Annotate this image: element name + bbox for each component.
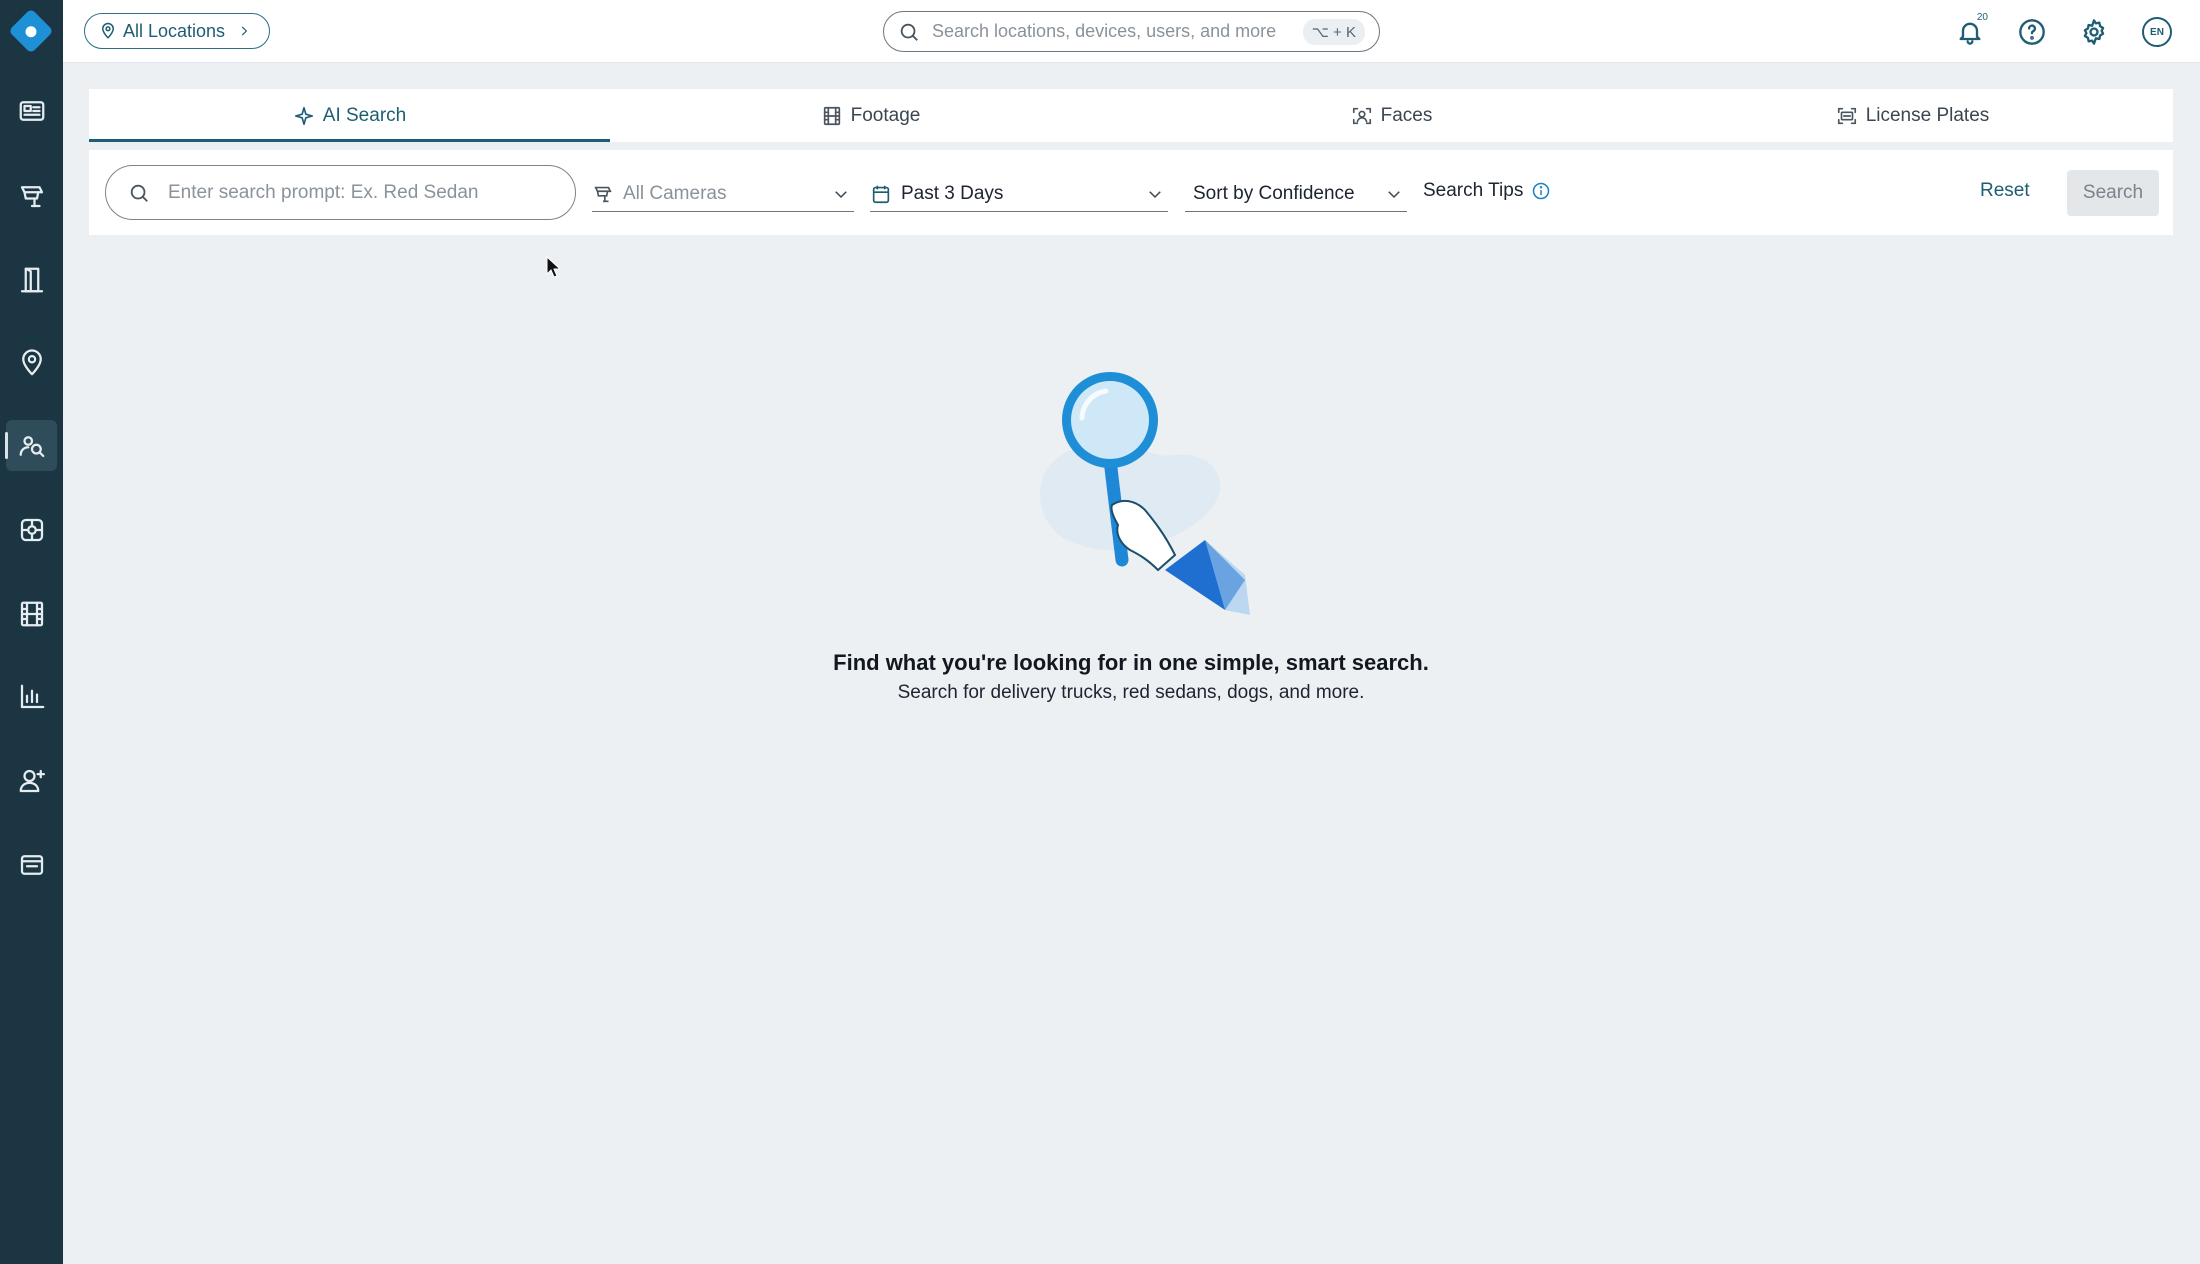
help-button[interactable]	[2014, 14, 2050, 50]
search-tips[interactable]: Search Tips	[1423, 180, 1551, 202]
info-icon	[1533, 182, 1550, 200]
sort-value: Sort by Confidence	[1193, 182, 1355, 204]
tab-label: Faces	[1380, 104, 1433, 126]
sensor-icon	[20, 518, 43, 541]
magnifier-illustration	[1040, 372, 1250, 615]
tab-faces[interactable]: Faces	[1131, 89, 1652, 142]
calendar-icon	[872, 185, 890, 203]
notification-count: 20	[1976, 12, 1988, 23]
empty-state-subtitle: Search for delivery trucks, red sedans, …	[897, 682, 1365, 703]
sidebar-item-apps[interactable]	[6, 839, 57, 890]
sidebar-item-dashboard[interactable]	[6, 85, 57, 136]
search-tabs: AI Search Footage Faces License Plates	[89, 89, 2173, 142]
settings-button[interactable]	[2076, 14, 2112, 50]
dashboard-icon	[19, 100, 44, 121]
sidebar-item-locations[interactable]	[6, 337, 57, 388]
film-icon	[20, 601, 43, 626]
reset-button[interactable]: Reset	[1980, 180, 2030, 202]
tab-footage[interactable]: Footage	[610, 89, 1131, 142]
sidebar	[0, 0, 63, 1264]
face-scan-icon	[1352, 107, 1371, 124]
sidebar-item-footage[interactable]	[6, 588, 57, 639]
sidebar-item-search[interactable]	[5, 420, 57, 471]
location-pin-icon	[101, 22, 115, 39]
sort-select[interactable]: Sort by Confidence	[1185, 176, 1407, 212]
search-button[interactable]: Search	[2067, 170, 2159, 216]
search-tips-label: Search Tips	[1423, 180, 1524, 201]
person-search-icon	[19, 435, 44, 457]
location-selector[interactable]: All Locations	[84, 13, 271, 49]
prompt-search-field[interactable]	[105, 165, 576, 220]
language-button[interactable]: EN	[2139, 14, 2175, 50]
camera-icon	[594, 186, 612, 202]
browser-window-icon	[20, 854, 43, 875]
search-icon	[900, 23, 918, 41]
help-icon	[2019, 19, 2045, 45]
tab-license-plates[interactable]: License Plates	[1652, 89, 2173, 142]
filter-bar: All Cameras Past 3 Days Sort by Confiden…	[89, 150, 2173, 235]
empty-state-title: Find what you're looking for in one simp…	[833, 650, 1429, 675]
tab-label: License Plates	[1865, 104, 1990, 126]
camera-icon	[20, 185, 43, 207]
tab-label: AI Search	[322, 104, 407, 126]
add-user-icon	[19, 769, 45, 792]
sidebar-item-access[interactable]	[6, 254, 57, 305]
keyboard-shortcut-badge: ⌥ + K	[1302, 18, 1365, 45]
chevron-down-icon	[835, 191, 847, 199]
chevron-down-icon	[1149, 191, 1161, 199]
gear-icon	[2083, 19, 2105, 45]
camera-select[interactable]: All Cameras	[592, 176, 854, 212]
tab-label: Footage	[850, 104, 921, 126]
sidebar-item-cameras[interactable]	[6, 170, 57, 221]
search-icon	[130, 184, 148, 202]
date-range-select[interactable]: Past 3 Days	[870, 176, 1168, 212]
language-badge: EN	[2142, 17, 2172, 47]
notifications-button[interactable]: 20	[1952, 12, 1988, 50]
top-bar: All Locations ⌥ + K 20 EN	[63, 0, 2200, 63]
sidebar-item-users[interactable]	[6, 755, 57, 806]
location-label: All Locations	[123, 20, 226, 41]
sparkle-icon	[294, 106, 313, 125]
license-plate-icon	[1837, 107, 1856, 124]
date-range-value: Past 3 Days	[901, 182, 1004, 204]
sidebar-item-sensors[interactable]	[6, 504, 57, 555]
chevron-right-icon	[241, 26, 248, 36]
door-access-icon	[20, 267, 43, 292]
film-icon	[823, 106, 840, 125]
tab-ai-search[interactable]: AI Search	[89, 89, 610, 142]
global-search-input[interactable]	[932, 21, 1303, 42]
location-pin-icon	[21, 348, 42, 375]
chevron-down-icon	[1388, 191, 1400, 199]
mouse-pointer-icon	[546, 256, 562, 278]
global-search[interactable]: ⌥ + K	[883, 11, 1380, 52]
prompt-input[interactable]	[168, 181, 553, 204]
camera-select-value: All Cameras	[623, 182, 727, 204]
logo[interactable]	[8, 8, 54, 54]
